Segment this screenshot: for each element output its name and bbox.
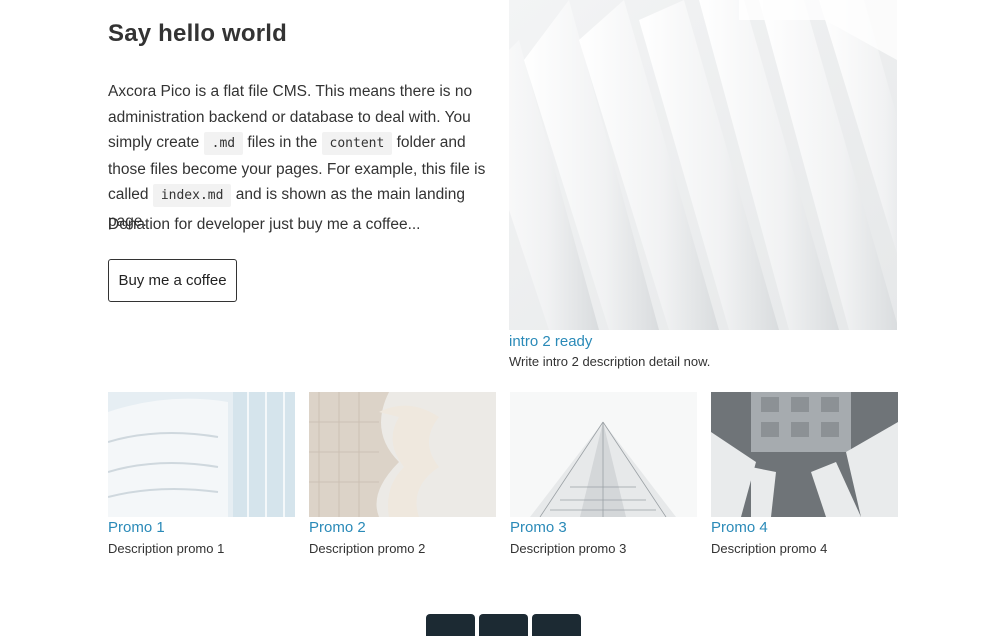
donation-text: Donation for developer just buy me a cof… — [108, 216, 421, 233]
promo-grid: Promo 1 Description promo 1 Promo 2 Desc… — [108, 392, 898, 556]
page-button[interactable] — [532, 614, 581, 636]
intro2-card: intro 2 ready Write intro 2 description … — [509, 0, 897, 369]
promo-card: Promo 4 Description promo 4 — [711, 392, 898, 556]
buy-coffee-button[interactable]: Buy me a coffee — [108, 259, 237, 302]
intro2-description: Write intro 2 description detail now. — [509, 354, 711, 369]
promo-3-description: Description promo 3 — [510, 541, 627, 556]
intro-text-2: files in the — [243, 134, 322, 151]
promo-3-image[interactable] — [510, 392, 697, 517]
hero-section: Say hello world Axcora Pico is a flat fi… — [108, 0, 897, 380]
page-button[interactable] — [426, 614, 475, 636]
code-md: .md — [203, 132, 244, 155]
promo-4-image[interactable] — [711, 392, 898, 517]
pagination — [426, 614, 581, 636]
promo-4-link[interactable]: Promo 4 — [711, 519, 898, 536]
promo-1-description: Description promo 1 — [108, 541, 225, 556]
intro2-image[interactable] — [509, 0, 897, 330]
promo-4-description: Description promo 4 — [711, 541, 828, 556]
intro-paragraph: Axcora Pico is a flat file CMS. This mea… — [108, 79, 498, 234]
code-content: content — [321, 132, 393, 155]
promo-card: Promo 2 Description promo 2 — [309, 392, 496, 556]
promo-1-link[interactable]: Promo 1 — [108, 519, 295, 536]
promo-1-image[interactable] — [108, 392, 295, 517]
promo-card: Promo 1 Description promo 1 — [108, 392, 295, 556]
promo-2-description: Description promo 2 — [309, 541, 426, 556]
promo-2-image[interactable] — [309, 392, 496, 517]
promo-2-link[interactable]: Promo 2 — [309, 519, 496, 536]
code-index-md: index.md — [152, 184, 232, 207]
promo-3-link[interactable]: Promo 3 — [510, 519, 697, 536]
promo-card: Promo 3 Description promo 3 — [510, 392, 697, 556]
page-button[interactable] — [479, 614, 528, 636]
intro2-link[interactable]: intro 2 ready — [509, 333, 897, 350]
page-title: Say hello world — [108, 20, 288, 47]
